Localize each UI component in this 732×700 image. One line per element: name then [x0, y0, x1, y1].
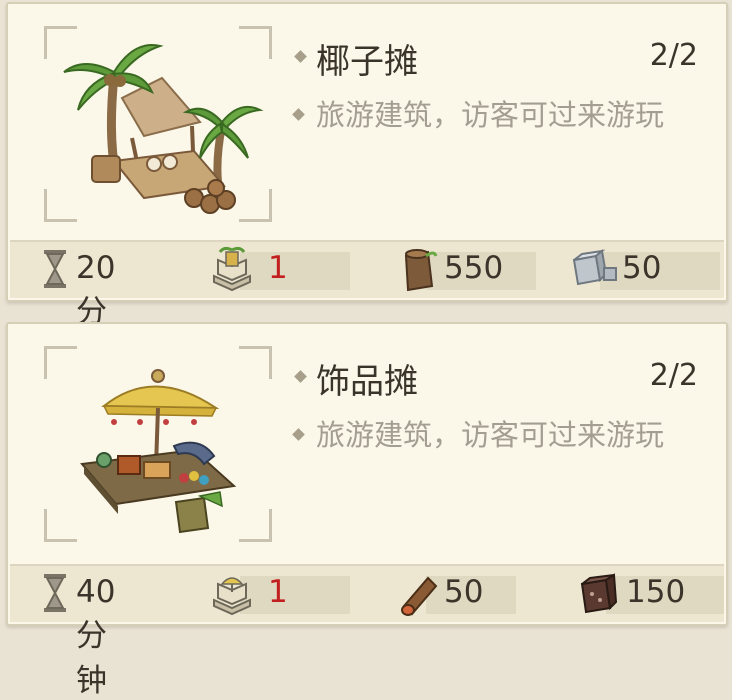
building-name: 饰品摊	[316, 362, 418, 402]
cost-slot	[240, 576, 350, 614]
blueprint-book-icon	[213, 577, 251, 616]
material-cost-1-value: 50	[444, 574, 484, 610]
coconut-stall-illustration	[63, 44, 264, 214]
building-name: 椰子摊	[316, 42, 418, 82]
building-card-accessory-stall[interactable]: 饰品摊 2/2 旅游建筑，访客可过来游玩 40分钟 1 50 150	[6, 322, 728, 699]
building-description: 旅游建筑，访客可过来游玩	[316, 98, 665, 132]
build-count: 2/2	[649, 358, 698, 393]
cost-slot	[240, 252, 350, 290]
blueprint-cost-value: 1	[268, 250, 288, 286]
cost-bar: 40分钟 1 50 150	[10, 564, 724, 699]
bullet-diamond-icon	[294, 370, 307, 383]
hourglass-icon	[44, 250, 66, 288]
wood-stump-icon	[404, 249, 438, 292]
cost-bar: 20分钟 1 550	[10, 240, 724, 375]
building-thumbnail	[44, 26, 272, 222]
stone-block-icon	[572, 249, 617, 286]
title-row: 椰子摊 2/2	[292, 34, 698, 82]
bullet-diamond-icon	[294, 50, 307, 63]
log-icon	[401, 576, 438, 616]
dark-ore-block-icon	[580, 573, 618, 614]
build-time-value: 40分钟	[76, 574, 116, 699]
building-thumbnail	[44, 346, 272, 542]
material-cost-1-value: 550	[444, 250, 504, 286]
bullet-diamond-icon	[292, 428, 305, 441]
hourglass-icon	[44, 574, 66, 612]
bullet-diamond-icon	[292, 108, 305, 121]
blueprint-cost-value: 1	[268, 574, 288, 610]
blueprint-book-icon	[213, 246, 251, 292]
material-cost-2-value: 50	[622, 250, 662, 286]
building-card-coconut-stall[interactable]: 椰子摊 2/2 旅游建筑，访客可过来游玩 20分钟 1	[6, 2, 728, 375]
building-description: 旅游建筑，访客可过来游玩	[316, 418, 665, 452]
title-row: 饰品摊 2/2	[292, 354, 698, 402]
material-cost-2-value: 150	[626, 574, 686, 610]
build-count: 2/2	[649, 38, 698, 73]
accessory-stall-illustration	[80, 369, 237, 534]
